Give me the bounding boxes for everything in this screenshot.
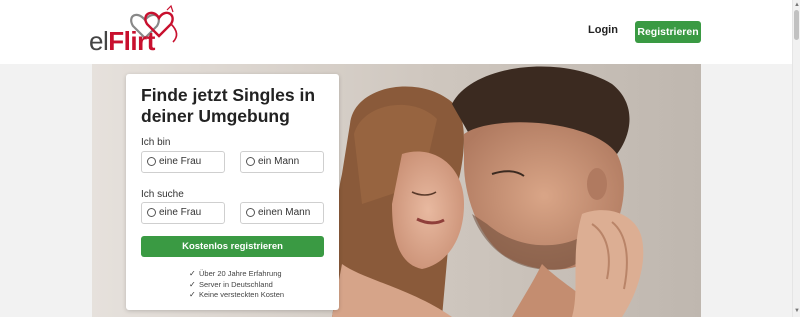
logo-part-el: el bbox=[89, 26, 109, 56]
i-am-option-man-label: ein Mann bbox=[258, 156, 300, 167]
benefit-item: ✓ Server in Deutschland bbox=[189, 280, 284, 291]
login-link[interactable]: Login bbox=[588, 24, 618, 36]
registration-card: Finde jetzt Singles in deiner Umgebung I… bbox=[126, 74, 339, 310]
register-button[interactable]: Registrieren bbox=[635, 21, 701, 43]
hero-gutter-right bbox=[701, 64, 792, 317]
i-am-option-woman-label: eine Frau bbox=[159, 156, 202, 167]
radio-icon[interactable] bbox=[147, 157, 156, 166]
i-am-option-man[interactable]: ein Mann bbox=[240, 151, 324, 173]
seeking-label: Ich suche bbox=[141, 189, 184, 200]
logo-wordmark: elFlirt bbox=[89, 28, 155, 54]
i-am-option-woman[interactable]: eine Frau bbox=[141, 151, 225, 173]
check-icon: ✓ bbox=[189, 269, 196, 278]
seeking-option-man-label: einen Mann bbox=[258, 207, 311, 218]
logo-part-flirt: Flirt bbox=[108, 26, 155, 56]
form-title: Finde jetzt Singles in deiner Umgebung bbox=[141, 85, 316, 126]
benefit-text: Über 20 Jahre Erfahrung bbox=[199, 269, 282, 278]
page-scrollbar[interactable]: ▲ ▼ bbox=[792, 0, 800, 317]
seeking-option-woman-label: eine Frau bbox=[159, 207, 202, 218]
elflirt-logo[interactable]: elFlirt bbox=[89, 4, 189, 58]
check-icon: ✓ bbox=[189, 290, 196, 299]
radio-icon[interactable] bbox=[246, 208, 255, 217]
check-icon: ✓ bbox=[189, 279, 196, 289]
benefit-text: Server in Deutschland bbox=[199, 279, 273, 289]
register-free-button[interactable]: Kostenlos registrieren bbox=[141, 236, 324, 257]
benefits-list: ✓ Über 20 Jahre Erfahrung ✓ Server in De… bbox=[189, 269, 284, 301]
scroll-up-icon[interactable]: ▲ bbox=[794, 2, 800, 8]
seeking-option-man[interactable]: einen Mann bbox=[240, 202, 324, 224]
scrollbar-thumb[interactable] bbox=[794, 10, 799, 40]
benefit-item: ✓ Über 20 Jahre Erfahrung bbox=[189, 269, 284, 280]
scroll-down-icon[interactable]: ▼ bbox=[794, 308, 800, 314]
page: elFlirt Login Registrieren Finde jetzt S… bbox=[0, 0, 800, 317]
seeking-option-woman[interactable]: eine Frau bbox=[141, 202, 225, 224]
radio-icon[interactable] bbox=[246, 157, 255, 166]
benefit-item: ✓ Keine versteckten Kosten bbox=[189, 290, 284, 301]
radio-icon[interactable] bbox=[147, 208, 156, 217]
benefit-text: Keine versteckten Kosten bbox=[199, 290, 285, 299]
hero-gutter-left bbox=[0, 64, 92, 317]
site-header: elFlirt Login Registrieren bbox=[0, 0, 792, 64]
i-am-label: Ich bin bbox=[141, 137, 171, 148]
